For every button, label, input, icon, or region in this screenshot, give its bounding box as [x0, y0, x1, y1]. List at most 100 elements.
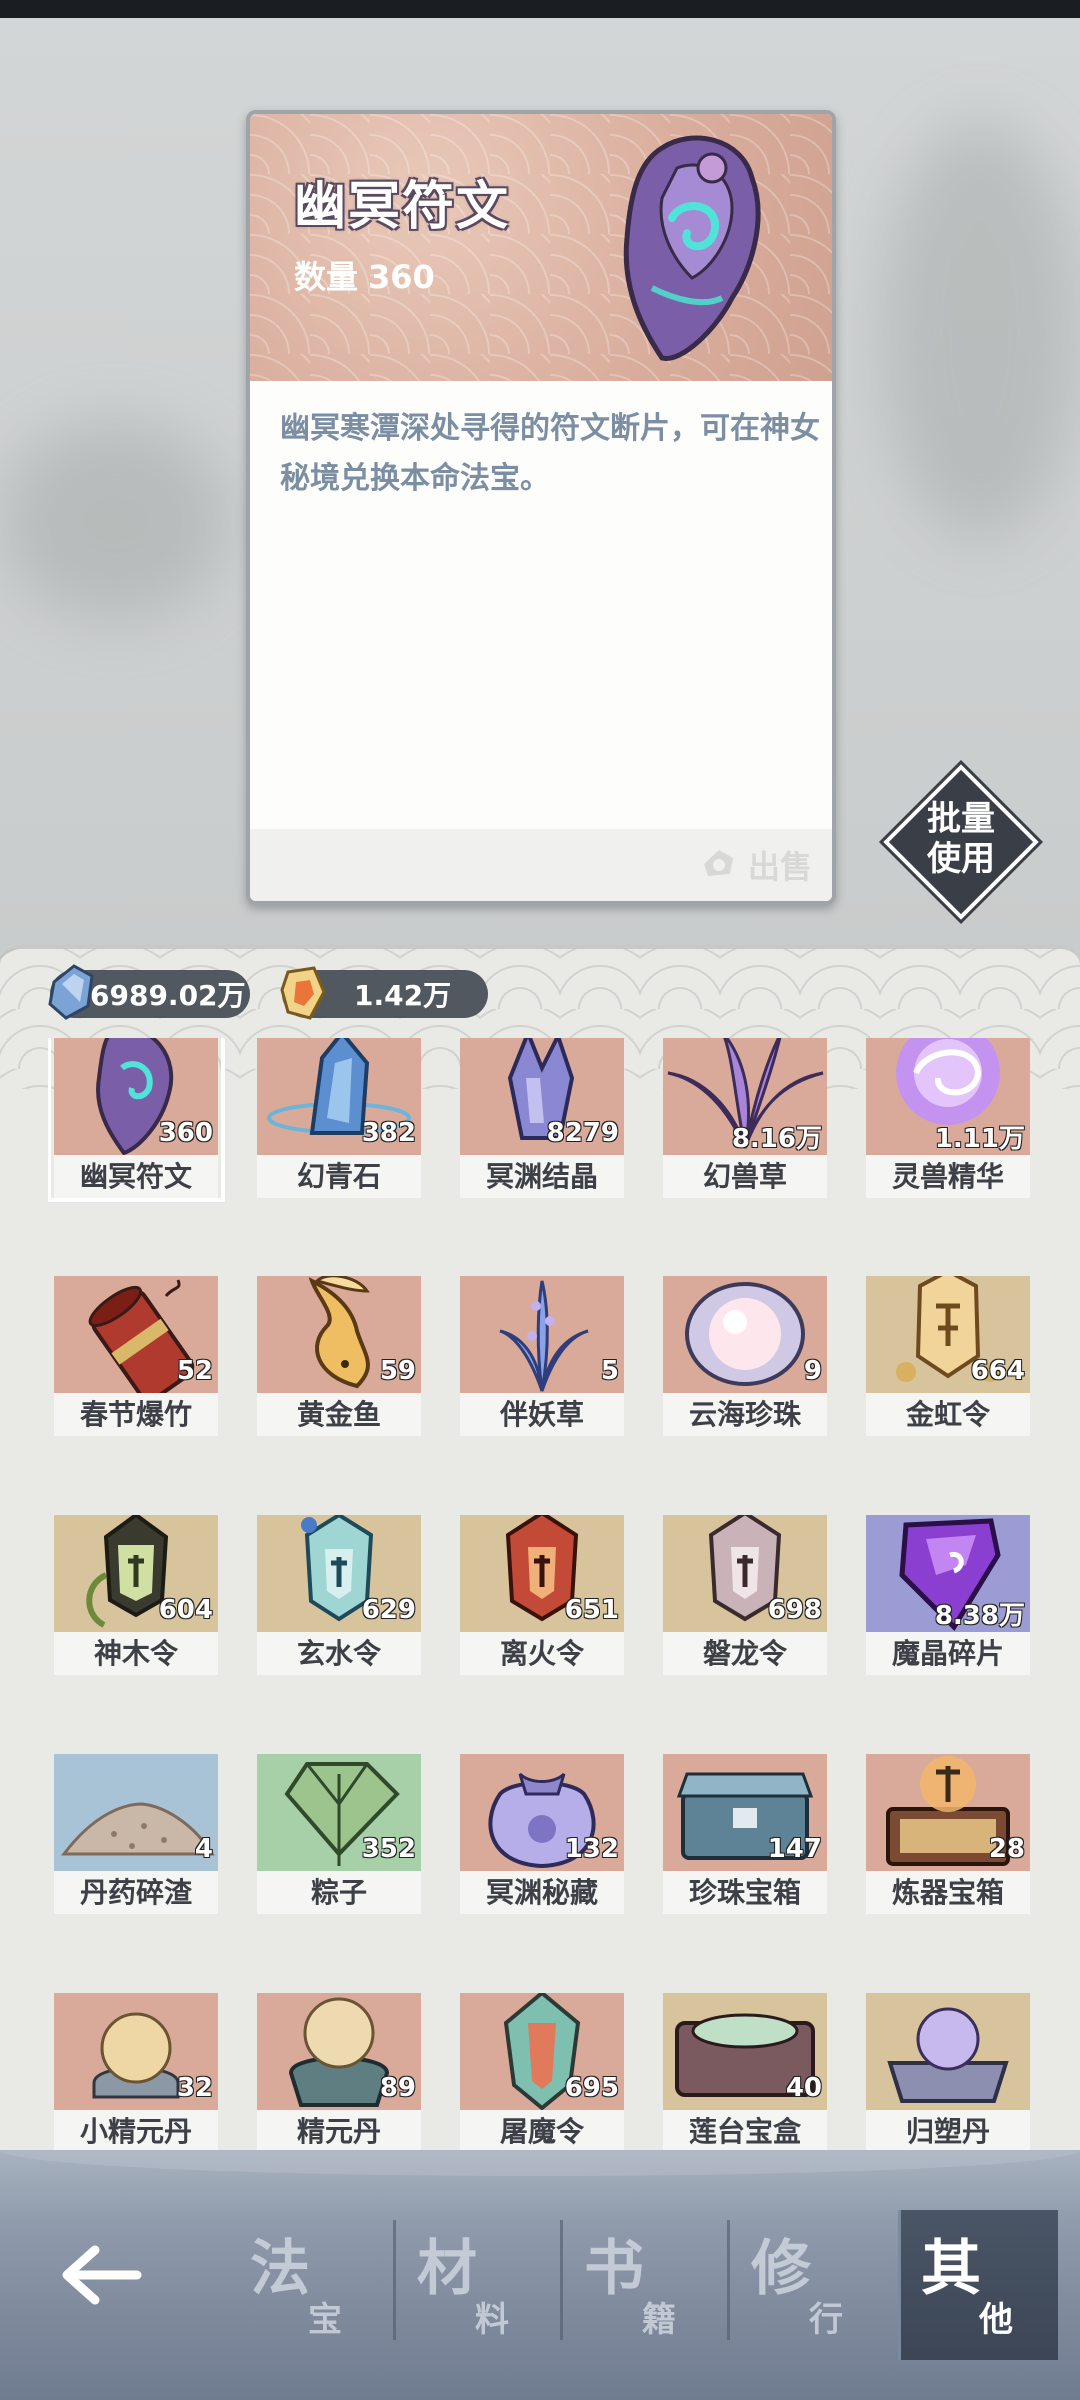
sell-label: 出售	[747, 848, 812, 886]
tab-label-sub: 料	[475, 2300, 509, 2340]
item-name: 莲台宝盒	[663, 2110, 827, 2150]
inventory-item[interactable]: 89 精元丹	[254, 1993, 424, 2150]
item-count: 32	[176, 2073, 213, 2103]
ink-painting-decoration	[0, 420, 230, 620]
item-name: 玄水令	[257, 1632, 421, 1675]
item-count: 8.38万	[934, 1601, 1025, 1631]
inventory-item[interactable]: 1.11万 灵兽精华	[863, 1038, 1033, 1198]
batch-use-label: 批量 使用	[927, 799, 995, 879]
detail-header: 幽冥符文 数量 360	[250, 114, 832, 381]
tab-修行[interactable]: 修行	[731, 2210, 891, 2360]
item-count: 352	[361, 1834, 416, 1864]
item-name: 丹药碎渣	[54, 1871, 218, 1914]
inventory-item[interactable]: 132 冥渊秘藏	[457, 1754, 627, 1914]
inventory-item[interactable]: 698 磐龙令	[660, 1515, 830, 1675]
inventory-item[interactable]: 8279 冥渊结晶	[457, 1038, 627, 1198]
inventory-item[interactable]: 8.38万 魔晶碎片	[863, 1515, 1033, 1675]
inventory-item[interactable]: 9 云海珍珠	[660, 1276, 830, 1436]
tab-其他[interactable]: 其他	[898, 2210, 1058, 2360]
item-name: 小精元丹	[54, 2110, 218, 2150]
item-name: 金虹令	[866, 1393, 1030, 1436]
item-name: 冥渊秘藏	[460, 1871, 624, 1914]
inventory-item[interactable]: 147 珍珠宝箱	[660, 1754, 830, 1914]
inventory-item[interactable]: 28 炼器宝箱	[863, 1754, 1033, 1914]
item-name: 屠魔令	[460, 2110, 624, 2150]
item-count: 5	[600, 1356, 619, 1386]
item-count: 382	[361, 1118, 416, 1148]
item-count: 698	[767, 1595, 822, 1625]
item-count: 651	[564, 1595, 619, 1625]
item-count: 695	[564, 2073, 619, 2103]
inventory-item[interactable]: 352 粽子	[254, 1754, 424, 1914]
item-detail-card: 幽冥符文 数量 360 幽冥寒潭深处寻得的符文断片，可在神女秘境兑换本命法宝。 出…	[246, 110, 836, 905]
back-arrow-icon[interactable]	[55, 2240, 145, 2310]
item-name: 灵兽精华	[866, 1155, 1030, 1198]
tab-label-main: 其	[921, 2234, 981, 2304]
inventory-item[interactable]: 32 小精元丹	[51, 1993, 221, 2150]
inventory-item[interactable]: 52 春节爆竹	[51, 1276, 221, 1436]
inventory-item[interactable]: 360 幽冥符文	[48, 1038, 225, 1202]
item-name: 珍珠宝箱	[663, 1871, 827, 1914]
tab-label-sub: 籍	[642, 2300, 676, 2340]
gold-token-icon	[280, 966, 326, 1020]
batch-use-button[interactable]: 批量 使用	[878, 759, 1044, 925]
inventory-item[interactable]: 5 伴妖草	[457, 1276, 627, 1436]
powder-pile-icon	[54, 1754, 218, 1871]
inventory-item[interactable]: 651 离火令	[457, 1515, 627, 1675]
currency-value: 6989.02万	[90, 979, 246, 1012]
item-name: 幻兽草	[663, 1155, 827, 1198]
tab-divider	[393, 2220, 396, 2340]
tab-法宝[interactable]: 法宝	[230, 2210, 390, 2360]
item-count: 89	[379, 2073, 416, 2103]
inventory-item[interactable]: 4 丹药碎渣	[51, 1754, 221, 1914]
tab-label-sub: 行	[809, 2300, 843, 2340]
inventory-item[interactable]: 629 玄水令	[254, 1515, 424, 1675]
inventory-item[interactable]: 8.16万 幻兽草	[660, 1038, 830, 1198]
coin-icon	[703, 850, 733, 876]
item-name: 冥渊结晶	[460, 1155, 624, 1198]
item-name: 炼器宝箱	[866, 1871, 1030, 1914]
quantity-value: 360	[368, 258, 435, 296]
item-count: 629	[361, 1595, 416, 1625]
currency-spirit-stone: 6989.02万	[48, 964, 250, 1020]
item-count: 8.16万	[731, 1124, 822, 1154]
inventory-item[interactable]: 归塑丹	[863, 1993, 1033, 2150]
item-name: 魔晶碎片	[866, 1632, 1030, 1675]
currency-value: 1.42万	[354, 979, 452, 1012]
item-count: 360	[158, 1118, 213, 1148]
item-count: 28	[988, 1834, 1025, 1864]
inventory-item[interactable]: 382 幻青石	[254, 1038, 424, 1198]
status-bar	[0, 0, 1080, 18]
bottom-nav: 法宝材料书籍修行其他	[0, 2150, 1080, 2400]
item-name: 离火令	[460, 1632, 624, 1675]
inventory-item[interactable]: 40 莲台宝盒	[660, 1993, 830, 2150]
blue-crystal-icon	[48, 964, 94, 1020]
tab-label-sub: 宝	[308, 2300, 342, 2340]
item-count: 52	[176, 1356, 213, 1386]
inventory-item[interactable]: 664 金虹令	[863, 1276, 1033, 1436]
ink-painting-decoration	[880, 120, 1080, 540]
item-name: 粽子	[257, 1871, 421, 1914]
item-count: 1.11万	[934, 1124, 1025, 1154]
item-name: 幽冥符文	[54, 1155, 218, 1198]
quantity-label: 数量	[294, 258, 359, 296]
item-name: 精元丹	[257, 2110, 421, 2150]
item-count: 9	[803, 1356, 822, 1386]
sell-button[interactable]: 出售	[700, 839, 812, 891]
inventory-item[interactable]: 695 屠魔令	[457, 1993, 627, 2150]
item-count: 40	[785, 2073, 822, 2103]
tab-divider	[727, 2220, 730, 2340]
tab-材料[interactable]: 材料	[397, 2210, 557, 2360]
tab-label-sub: 他	[979, 2300, 1013, 2340]
item-count: 59	[379, 1356, 416, 1386]
lavender-plant-icon	[460, 1276, 624, 1393]
inventory-item[interactable]: 59 黄金鱼	[254, 1276, 424, 1436]
item-name: 幻青石	[257, 1155, 421, 1198]
tab-书籍[interactable]: 书籍	[564, 2210, 724, 2360]
inventory-item[interactable]: 604 神木令	[51, 1515, 221, 1675]
inventory-grid: 360 幽冥符文 382 幻青石 8279 冥渊结晶 8.16万 幻兽草 1.11万 灵兽精华 52…	[48, 1038, 1038, 2150]
orb-altar-icon	[866, 1993, 1030, 2110]
tab-label-main: 书	[584, 2234, 644, 2304]
item-name: 春节爆竹	[54, 1393, 218, 1436]
item-count: 132	[564, 1834, 619, 1864]
